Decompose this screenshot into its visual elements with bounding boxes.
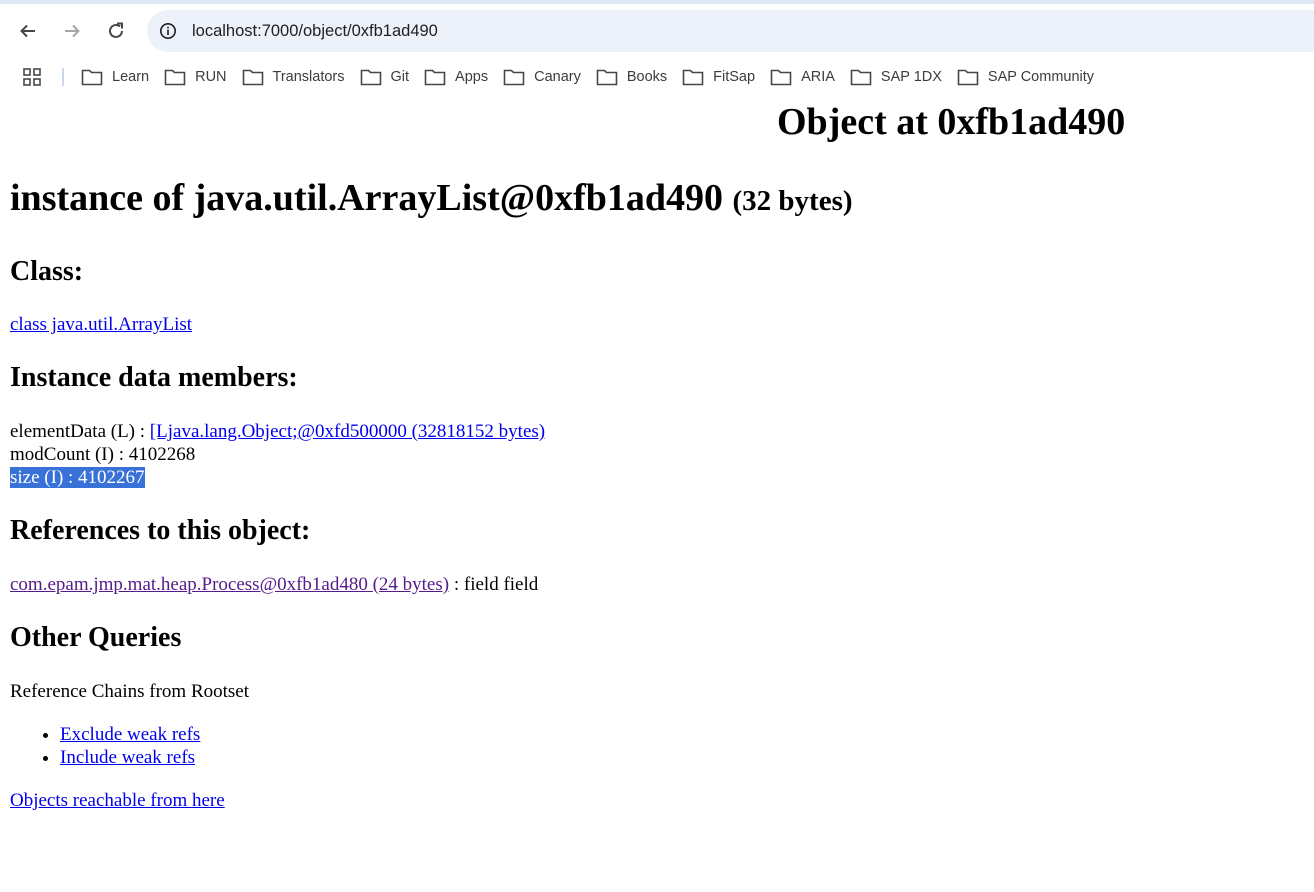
address-bar[interactable]: localhost:7000/object/0xfb1ad490 [147, 10, 1314, 52]
browser-toolbar: localhost:7000/object/0xfb1ad490 [0, 4, 1314, 58]
other-queries-heading: Other Queries [10, 622, 182, 653]
reference-row: com.epam.jmp.mat.heap.Process@0xfb1ad480… [10, 573, 538, 596]
reference-chains-list: Exclude weak refs Include weak refs [10, 723, 200, 769]
element-data-link[interactable]: [Ljava.lang.Object;@0xfd500000 (32818152… [150, 421, 545, 442]
bookmark-canary[interactable]: Canary [496, 64, 588, 90]
class-link[interactable]: class java.util.ArrayList [10, 314, 192, 335]
bookmark-translators[interactable]: Translators [235, 64, 352, 90]
info-icon [159, 22, 177, 40]
member-element-data: elementData (L) : [Ljava.lang.Object;@0x… [10, 420, 545, 443]
forward-button[interactable] [54, 13, 90, 49]
member-size-selected: size (I) : 4102267 [10, 467, 145, 488]
exclude-weak-refs-link[interactable]: Exclude weak refs [60, 724, 200, 745]
site-info-button[interactable] [154, 17, 182, 45]
list-item: Include weak refs [60, 746, 200, 769]
bookmark-fitsap[interactable]: FitSap [675, 64, 762, 90]
folder-icon [242, 69, 263, 86]
apps-grid-icon[interactable] [22, 67, 42, 87]
bookmark-sap-1dx[interactable]: SAP 1DX [843, 64, 949, 90]
references-heading: References to this object: [10, 515, 311, 546]
back-button[interactable] [10, 13, 46, 49]
folder-icon [424, 69, 446, 86]
folder-icon [503, 69, 525, 86]
include-weak-refs-link[interactable]: Include weak refs [60, 747, 195, 768]
folder-icon [957, 69, 979, 86]
bookmark-learn[interactable]: Learn [74, 64, 156, 90]
reference-chains-label: Reference Chains from Rootset [10, 681, 250, 702]
bookmark-sap-community[interactable]: SAP Community [950, 64, 1101, 90]
objects-reachable-link[interactable]: Objects reachable from here [10, 790, 225, 811]
reference-suffix: : field field [449, 574, 539, 595]
bookmark-aria[interactable]: ARIA [763, 64, 842, 90]
folder-icon [682, 69, 704, 86]
instance-name: instance of java.util.ArrayList@0xfb1ad4… [10, 177, 724, 219]
bookmarks-separator [62, 68, 64, 86]
url-text[interactable]: localhost:7000/object/0xfb1ad490 [192, 22, 438, 41]
folder-icon [850, 69, 872, 86]
reload-icon [109, 22, 123, 38]
element-data-label: elementData (L) : [10, 421, 150, 442]
members-heading: Instance data members: [10, 362, 298, 393]
member-mod-count: modCount (I) : 4102268 [10, 444, 196, 465]
instance-heading: instance of java.util.ArrayList@0xfb1ad4… [10, 176, 853, 220]
instance-size: (32 bytes) [732, 185, 853, 217]
folder-icon [360, 69, 381, 86]
reference-link[interactable]: com.epam.jmp.mat.heap.Process@0xfb1ad480… [10, 574, 449, 595]
folder-icon [81, 69, 103, 86]
folder-icon [770, 69, 792, 86]
class-heading: Class: [10, 256, 84, 287]
bookmark-apps[interactable]: Apps [417, 64, 495, 90]
arrow-right-icon [65, 24, 80, 38]
bookmarks-bar: Learn RUN Translators Git Apps Canary Bo… [0, 58, 1314, 96]
arrow-left-icon [20, 24, 35, 38]
folder-icon [164, 69, 186, 86]
bookmark-run[interactable]: RUN [157, 64, 233, 90]
reload-button[interactable] [98, 13, 134, 49]
folder-icon [596, 69, 618, 86]
list-item: Exclude weak refs [60, 723, 200, 746]
bookmark-git[interactable]: Git [353, 64, 417, 90]
bookmark-books[interactable]: Books [589, 64, 674, 90]
page-title: Object at 0xfb1ad490 [777, 101, 1126, 143]
